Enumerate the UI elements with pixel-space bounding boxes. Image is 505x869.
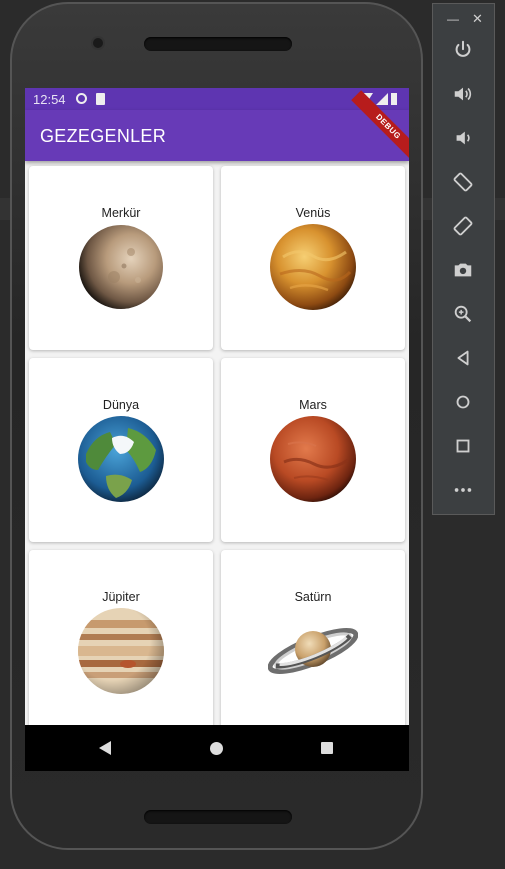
more-icon [454,488,472,492]
overview-icon[interactable] [321,742,333,754]
emulator-back-button[interactable] [448,343,478,373]
sync-icon [76,93,87,104]
planet-grid: Merkür Venüs Dünya Mars Jüpiter Satürn [25,161,409,734]
emulator-window-controls: — ✕ [433,8,494,26]
top-speaker [144,37,292,51]
rotate-left-button[interactable] [448,167,478,197]
volume-up-icon [454,87,472,101]
home-icon [456,395,470,409]
power-button[interactable] [448,35,478,65]
planet-card-mars[interactable]: Mars [221,358,405,542]
zoom-button[interactable] [448,299,478,329]
status-time: 12:54 [33,92,66,107]
planet-card-earth[interactable]: Dünya [29,358,213,542]
volume-down-icon [456,131,470,145]
sd-card-icon [96,93,105,105]
planet-card-saturn[interactable]: Satürn [221,550,405,734]
emulator-overview-button[interactable] [448,431,478,461]
emulator-home-button[interactable] [448,387,478,417]
planet-name: Mars [299,398,327,412]
close-icon[interactable]: ✕ [472,11,483,27]
planet-card-mercury[interactable]: Merkür [29,166,213,350]
power-icon [455,40,471,57]
volume-down-button[interactable] [448,123,478,153]
back-icon[interactable] [99,741,111,755]
battery-icon [391,93,397,105]
minimize-icon[interactable]: — [447,12,459,26]
more-button[interactable] [448,475,478,505]
planet-name: Merkür [101,206,141,220]
screenshot-button[interactable] [448,255,478,285]
overview-icon [456,439,470,453]
rotate-left-icon [453,172,473,192]
mercury-image [79,225,163,309]
saturn-image [268,627,358,675]
zoom-icon [454,305,472,323]
back-icon [457,350,469,366]
earth-image [78,416,164,502]
navigation-bar [25,725,409,771]
planet-name: Jüpiter [102,590,140,604]
jupiter-image [78,608,164,694]
page-title: GEZEGENLER [40,126,167,146]
app-bar: GEZEGENLER DEBUG [25,90,409,164]
rotate-right-button[interactable] [448,211,478,241]
planet-card-jupiter[interactable]: Jüpiter [29,550,213,734]
planet-card-venus[interactable]: Venüs [221,166,405,350]
camera-icon [454,263,472,277]
bottom-speaker [144,810,292,824]
mars-image [270,416,356,502]
volume-up-button[interactable] [448,79,478,109]
phone-screen: 12:54 GEZEGENLER DEBUG Merkür Venüs Düny… [25,88,409,771]
planet-name: Venüs [295,206,331,220]
emulator-toolbar: — ✕ [432,3,495,515]
home-icon[interactable] [210,742,223,755]
signal-icon [376,93,388,105]
planet-name: Satürn [294,590,332,604]
planet-name: Dünya [102,398,140,412]
rotate-right-icon [453,216,473,236]
venus-image [270,224,356,310]
front-camera [93,38,103,48]
